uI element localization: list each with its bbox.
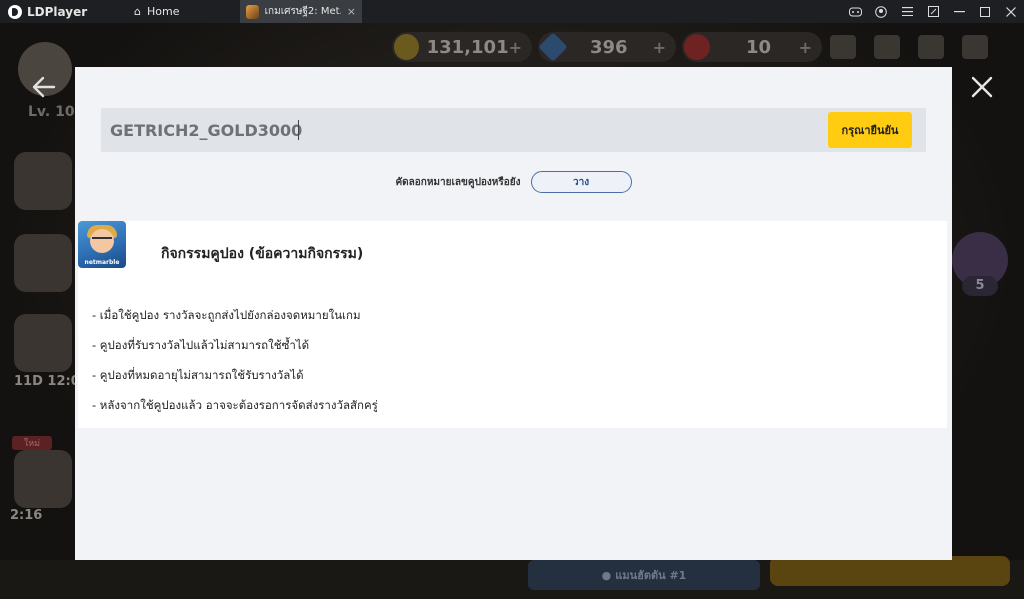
tab-close-icon[interactable]: × — [347, 5, 356, 18]
note-item: - หลังจากใช้คูปองแล้ว อาจจะต้องรอการจัดส… — [92, 398, 378, 412]
paste-button[interactable]: วาง — [530, 171, 632, 193]
gold-coin-icon — [394, 34, 419, 60]
maximize-icon[interactable] — [972, 0, 998, 23]
emulator-titlebar: LDPlayer ⌂ Home เกมเศรษฐี2: Met... × — [0, 0, 1024, 23]
coupon-code-input[interactable] — [101, 108, 828, 152]
building-count: 5 — [962, 276, 998, 296]
crown-button[interactable] — [14, 314, 72, 372]
app-icon-brand: netmarble — [84, 259, 120, 266]
diamond-icon — [538, 32, 568, 62]
event-info-panel: netmarble กิจกรรมคูปอง (ข้อความกิจกรรม) … — [78, 221, 947, 428]
ruby-counter: 10 + — [682, 32, 822, 62]
player-level: Lv. 10 — [28, 104, 75, 120]
close-modal-icon[interactable] — [968, 76, 996, 104]
note-item: - คูปองที่รับรางวัลไปแล้วไม่สามารถใช้ซ้ำ… — [92, 338, 310, 352]
menu-icon[interactable] — [894, 0, 920, 23]
tab-home[interactable]: ⌂ Home — [124, 0, 236, 23]
promo-timer: 2:16 — [10, 508, 43, 523]
home-icon: ⌂ — [134, 5, 141, 18]
add-gold-button[interactable]: + — [509, 38, 522, 57]
mail-icon[interactable] — [874, 35, 900, 59]
tab-home-label: Home — [146, 5, 180, 18]
coupon-modal: กรุณายืนยัน คัดลอกหมายเลขคูปองหรือยัง วา… — [75, 67, 952, 560]
tab-game-label: เกมเศรษฐี2: Met... — [264, 6, 341, 17]
event-timer: 11D 12:0 — [14, 374, 80, 389]
gem-value: 396 — [590, 36, 628, 58]
game-thumbnail-icon — [246, 4, 259, 19]
note-item: - เมื่อใช้คูปอง รางวัลจะถูกส่งไปยังกล่อง… — [92, 308, 361, 322]
gamepad-icon[interactable] — [842, 0, 868, 23]
user-icon[interactable] — [868, 0, 894, 23]
gem-counter: 396 + — [538, 32, 676, 62]
new-tag: ใหม่ — [12, 436, 52, 450]
note-item: - คูปองที่หมดอายุไม่สามารถใช้รับรางวัลได… — [92, 368, 304, 382]
promo-button[interactable] — [14, 450, 72, 508]
location-pill[interactable]: ● แมนฮัตตัน #1 — [528, 560, 760, 590]
paste-row: คัดลอกหมายเลขคูปองหรือยัง วาง — [75, 171, 952, 193]
play-button[interactable] — [770, 556, 1010, 586]
app-brand: LDPlayer — [0, 4, 100, 19]
gold-counter: 131,101 + — [392, 32, 532, 62]
game-top-icons — [830, 35, 988, 59]
window-shrink-icon[interactable] — [920, 0, 946, 23]
text-caret — [298, 120, 299, 140]
bell-icon[interactable] — [918, 35, 944, 59]
ruby-value: 10 — [746, 36, 772, 58]
minimize-icon[interactable] — [946, 0, 972, 23]
close-icon[interactable] — [998, 0, 1024, 23]
paste-prompt: คัดลอกหมายเลขคูปองหรือยัง — [395, 176, 521, 188]
ldplayer-logo-icon — [8, 4, 22, 19]
event-button[interactable] — [14, 152, 72, 210]
add-gem-button[interactable]: + — [653, 38, 666, 57]
app-name: LDPlayer — [27, 4, 88, 19]
event-title: กิจกรรมคูปอง (ข้อความกิจกรรม) — [161, 246, 364, 262]
add-ruby-button[interactable]: + — [799, 38, 812, 57]
hamburger-menu-icon[interactable] — [962, 35, 988, 59]
coupon-input-row: กรุณายืนยัน — [101, 108, 926, 152]
tab-game[interactable]: เกมเศรษฐี2: Met... × — [240, 0, 362, 23]
gold-value: 131,101 — [426, 36, 509, 58]
event-notes: - เมื่อใช้คูปอง รางวัลจะถูกส่งไปยังกล่อง… — [92, 307, 378, 427]
lucky-button[interactable] — [14, 234, 72, 292]
back-arrow-icon[interactable] — [32, 76, 60, 104]
confirm-button[interactable]: กรุณายืนยัน — [828, 112, 912, 148]
location-label: แมนฮัตตัน #1 — [615, 569, 687, 582]
ruby-icon — [684, 34, 710, 60]
coins-stack-icon[interactable] — [830, 35, 856, 59]
window-controls — [842, 0, 1024, 23]
location-pin-icon: ● — [601, 568, 612, 582]
netmarble-app-icon: netmarble — [78, 221, 126, 268]
